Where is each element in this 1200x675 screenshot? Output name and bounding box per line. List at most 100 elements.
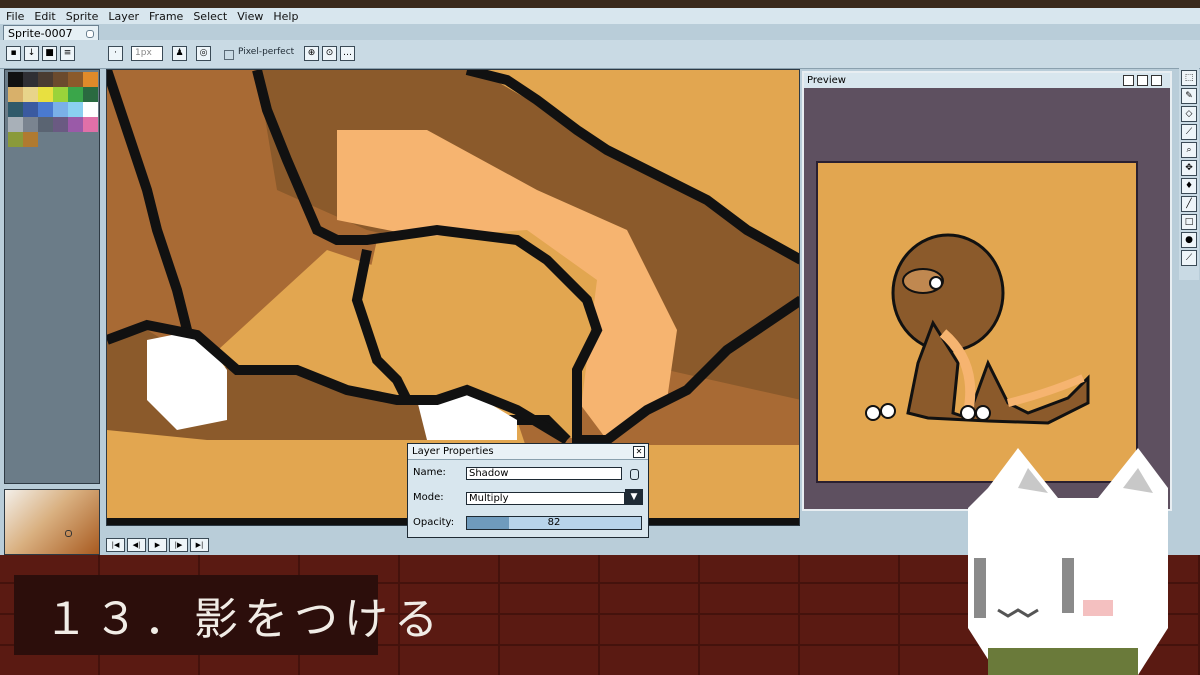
move-icon[interactable]: ✥ [1181,160,1197,176]
cat-mascot [968,448,1168,675]
mode-label: Mode: [413,492,444,503]
bucket-icon[interactable]: ♦ [1181,178,1197,194]
palette-swatch[interactable] [8,102,23,117]
lock-icon[interactable] [630,469,639,480]
palette-swatch[interactable] [8,117,23,132]
name-label: Name: [413,467,446,478]
line-icon[interactable]: ╱ [1181,196,1197,212]
menu-sprite[interactable]: Sprite [66,10,99,23]
next-frame-icon[interactable]: |▶ [169,538,188,552]
palette-swatch[interactable] [68,72,83,87]
menu-help[interactable]: Help [273,10,298,23]
menu-view[interactable]: View [237,10,263,23]
brush-size-input[interactable]: 1px [131,46,163,61]
menu-edit[interactable]: Edit [34,10,55,23]
brush-icon[interactable]: ⟋ [1181,250,1197,266]
palette-swatch[interactable] [38,72,53,87]
opacity-slider-fill [467,517,509,529]
palette-swatch[interactable] [8,72,23,87]
palette-panel [4,69,100,484]
zoom-icon[interactable]: ⌕ [1181,142,1197,158]
palette-swatch[interactable] [38,117,53,132]
symmetry-icon[interactable]: ⊕ [304,46,319,61]
marquee-icon[interactable]: ⬚ [1181,70,1197,86]
palette-swatch[interactable] [83,87,98,102]
palette-swatch[interactable] [83,72,98,87]
preview-title: Preview [807,75,846,86]
lock-icon[interactable]: ▪ [6,46,21,61]
preview-maximize-icon[interactable] [1137,75,1148,86]
palette-swatch[interactable] [23,117,38,132]
menu-frame[interactable]: Frame [149,10,183,23]
opacity-slider[interactable]: 82 [466,516,642,530]
window-top-strip [0,0,1200,8]
pixel-perfect-checkbox[interactable] [224,50,234,60]
menu-select[interactable]: Select [193,10,227,23]
tab-label: Sprite-0007 [8,27,73,40]
creature-eye [929,276,943,290]
tab-bar: Sprite-0007 [0,24,1200,40]
palette-swatch[interactable] [8,132,23,147]
palette-swatch[interactable] [53,72,68,87]
pixel-perfect-label: Pixel-perfect [238,47,295,57]
claw-4 [975,405,991,421]
layer-name-input[interactable]: Shadow [466,467,622,480]
palette-swatch[interactable] [8,87,23,102]
tab-close-icon[interactable] [86,30,94,38]
last-frame-icon[interactable]: ▶| [190,538,209,552]
caption-text: １３．影をつける [44,594,444,645]
palette-swatch[interactable] [68,102,83,117]
dialog-title-bar[interactable]: Layer Properties [408,444,648,460]
cat-blush [1083,600,1113,616]
palette-swatch[interactable] [53,87,68,102]
square-icon[interactable]: ■ [42,46,57,61]
cat-right-eye [1062,558,1074,613]
palette-swatch[interactable] [38,87,53,102]
palette-swatch[interactable] [23,87,38,102]
palette-swatch[interactable] [23,132,38,147]
preview-sprite [865,233,1090,425]
palette-swatch[interactable] [53,102,68,117]
first-frame-icon[interactable]: |◀ [106,538,125,552]
palette-swatch[interactable] [83,117,98,132]
brush-shape-icon[interactable]: · [108,46,123,61]
palette-swatch[interactable] [23,72,38,87]
close-icon[interactable]: ✕ [633,446,645,458]
menu-bar: File Edit Sprite Layer Frame Select View… [0,8,1200,24]
target-icon[interactable]: ◎ [196,46,211,61]
preview-title-bar[interactable]: Preview [804,73,1170,88]
palette-swatch[interactable] [38,102,53,117]
symmetry-h-icon[interactable]: ⊙ [322,46,337,61]
blur-icon[interactable]: ● [1181,232,1197,248]
opacity-label: Opacity: [413,517,455,528]
blend-mode-select[interactable]: Multiply [466,492,625,505]
arrow-down-icon[interactable]: ↓ [24,46,39,61]
rectangle-icon[interactable]: □ [1181,214,1197,230]
preview-close-icon[interactable] [1151,75,1162,86]
more-icon[interactable]: … [340,46,355,61]
tab-sprite[interactable]: Sprite-0007 [3,25,99,40]
prev-frame-icon[interactable]: ◀| [127,538,146,552]
palette-swatch[interactable] [68,87,83,102]
person-icon[interactable]: ♟ [172,46,187,61]
preview-grid-icon[interactable] [1123,75,1134,86]
chevron-down-icon[interactable]: ▼ [625,489,643,505]
layer-properties-dialog: Layer Properties ✕ Name: Shadow Mode: Mu… [407,443,649,538]
eraser-icon[interactable]: ◇ [1181,106,1197,122]
play-icon[interactable]: ▶ [148,538,167,552]
palette-swatch[interactable] [68,117,83,132]
pencil-icon[interactable]: ✎ [1181,88,1197,104]
tool-bar: ⬚ ✎ ◇ ⟋ ⌕ ✥ ♦ ╱ □ ● ⟋ [1179,68,1199,280]
context-toolbar: ▪ ↓ ■ ≡ · 1px ♟ ◎ Pixel-perfect ⊕ ⊙ … [0,40,1200,69]
palette-swatch[interactable] [83,102,98,117]
creature-body [906,319,1090,425]
menu-file[interactable]: File [6,10,24,23]
color-picker[interactable] [4,489,100,555]
preview-window[interactable]: Preview [802,71,1172,511]
list-icon[interactable]: ≡ [60,46,75,61]
palette-swatch[interactable] [23,102,38,117]
menu-layer[interactable]: Layer [108,10,139,23]
eyedropper-icon[interactable]: ⟋ [1181,124,1197,140]
palette-swatch[interactable] [53,117,68,132]
color-picker-cursor[interactable] [65,530,72,537]
